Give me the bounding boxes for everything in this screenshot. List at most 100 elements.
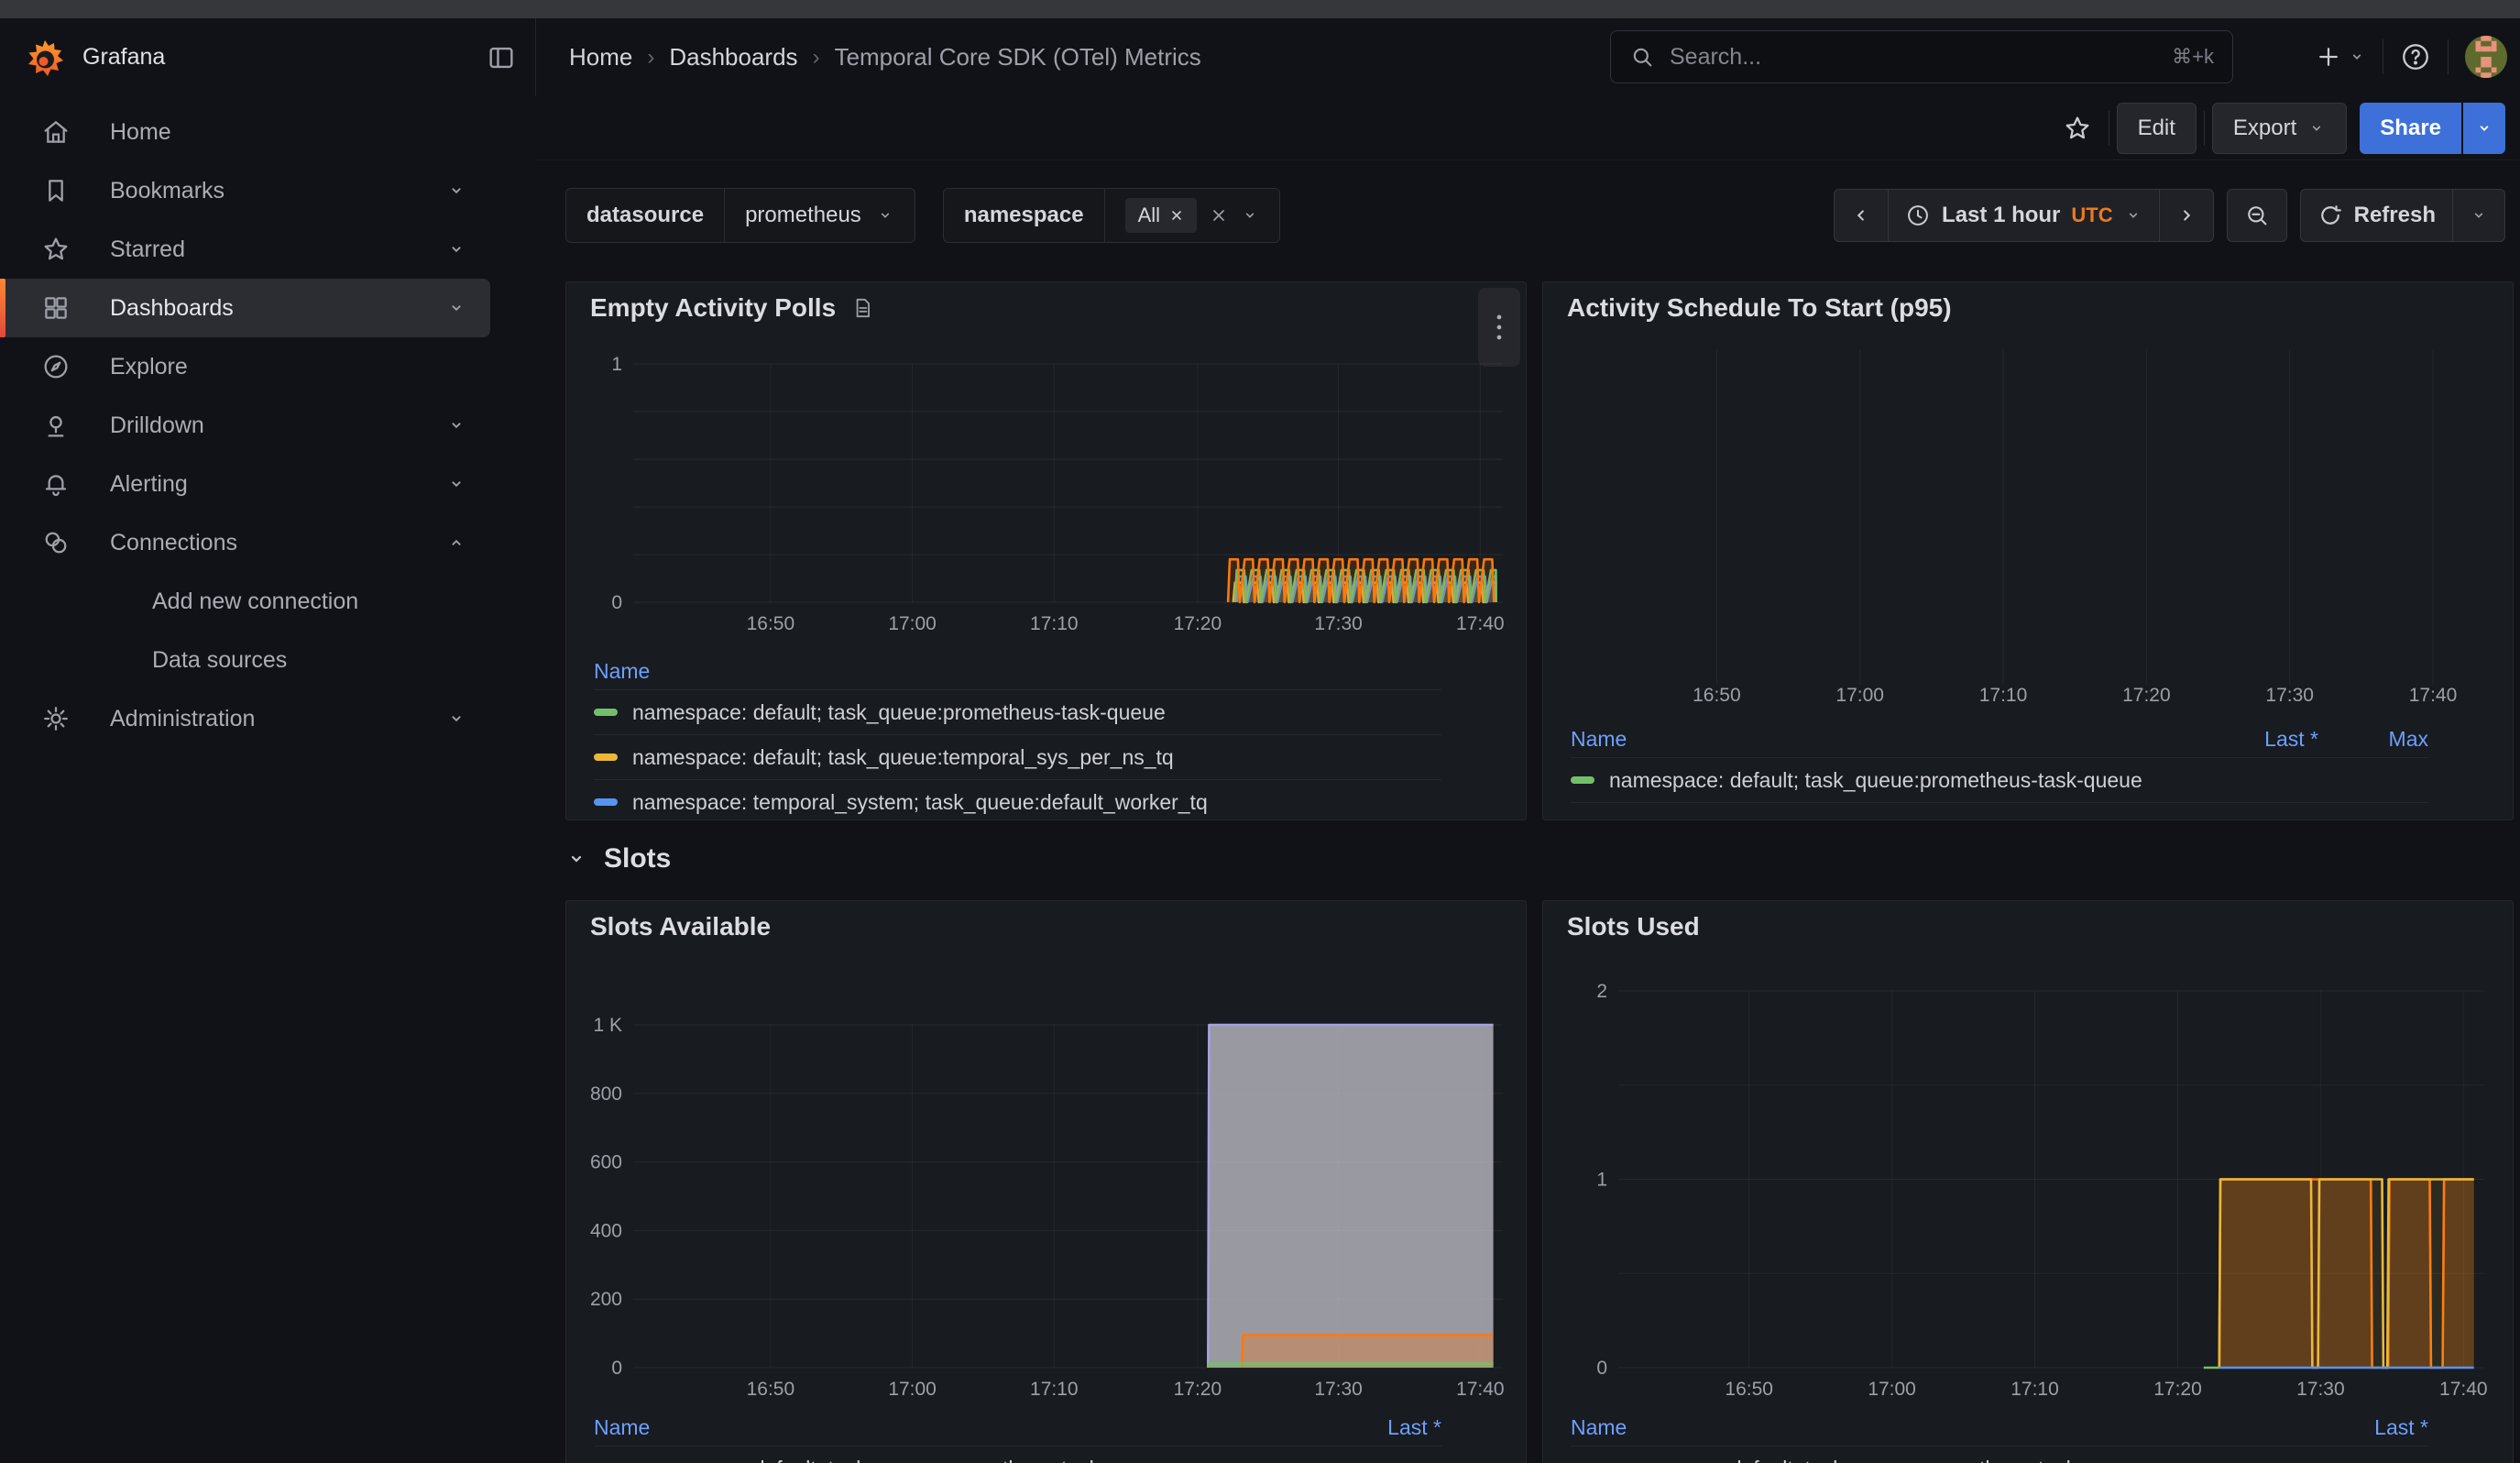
refresh-interval-button[interactable] [2452,190,2504,241]
legend-column-name[interactable]: Name [1571,727,2181,752]
legend-column-max[interactable]: Max [2318,727,2428,752]
chevron-up-icon [446,533,466,553]
svg-text:17:20: 17:20 [2153,1379,2202,1400]
sidebar-item-add-new-connection[interactable]: Add new connection [0,572,490,631]
svg-text:17:20: 17:20 [2122,685,2171,706]
collapse-sidebar-icon[interactable] [486,42,517,73]
legend-row: namespace: default; task_queue:prometheu… [1571,1446,2428,1463]
svg-text:17:30: 17:30 [1314,613,1363,634]
time-shift-back-button[interactable] [1835,190,1888,241]
zoom-out-button[interactable] [2228,190,2286,241]
legend-series-toggle[interactable]: namespace: default; task_queue:prometheu… [594,700,1441,725]
search-bar[interactable]: ⌘+k [1610,30,2233,83]
namespace-variable: namespace All [943,188,1280,243]
search-input[interactable] [1668,43,2159,72]
timeseries-chart[interactable]: 0116:5017:0017:1017:2017:3017:40 [566,334,1526,653]
sidebar-item-label: Add new connection [152,588,358,615]
legend-column-last[interactable]: Last * [1304,1415,1441,1440]
legend-column-name[interactable]: Name [1571,1415,2291,1440]
chevron-down-icon [446,474,466,494]
svg-text:400: 400 [590,1220,622,1241]
legend-series-toggle[interactable]: namespace: default; task_queue:temporal_… [594,745,1441,770]
panel-title[interactable]: Activity Schedule To Start (p95) [1567,293,1952,323]
add-button[interactable] [2315,43,2366,71]
sidebar-item-alerting[interactable]: Alerting [0,455,490,513]
legend-column-last[interactable]: Last * [2181,727,2318,752]
legend-series-name: namespace: temporal_system; task_queue:d… [632,790,1208,815]
timeseries-chart[interactable]: 01216:5017:0017:1017:2017:3017:40 [1543,952,2513,1409]
grafana-logo-icon[interactable] [24,37,66,79]
sidebar-item-starred[interactable]: Starred [0,220,490,279]
sidebar-item-connections[interactable]: Connections [0,513,490,572]
dashboard-toolbar: Edit Export Share [536,96,2520,160]
remove-icon [1169,208,1184,223]
chevron-down-icon [565,848,587,870]
series-color-pill [594,754,618,761]
edit-button[interactable]: Edit [2117,103,2197,154]
svg-text:2: 2 [1596,981,1607,1002]
legend-series-name: namespace: default; task_queue:prometheu… [632,700,1166,725]
search-icon [1629,44,1655,70]
os-titlebar [0,0,2520,18]
panel-title[interactable]: Empty Activity Polls [590,293,836,323]
svg-text:1 K: 1 K [593,1015,622,1036]
series-color-pill [594,798,618,806]
timeseries-chart[interactable]: 16:5017:0017:1017:2017:3017:40 [1543,334,2513,720]
svg-text:200: 200 [590,1289,622,1310]
search-shortcut: ⌘+k [2172,45,2214,69]
sidebar-item-dashboards[interactable]: Dashboards [0,279,490,337]
sidebar: HomeBookmarks Starred Dashboards ExploreDri… [0,103,536,1463]
star-dashboard-button[interactable] [2054,114,2101,143]
legend-header: NameLast * [1571,1409,2428,1446]
legend-row: namespace: default; task_queue:prometheu… [594,689,1441,734]
legend-series-toggle[interactable]: namespace: default; task_queue:prometheu… [594,1457,1304,1463]
sidebar-item-administration[interactable]: Administration [0,689,490,748]
legend-row: namespace: temporal_system; task_queue:d… [594,779,1441,820]
sidebar-item-home[interactable]: Home [0,103,490,161]
brand-name: Grafana [82,44,165,71]
svg-text:17:10: 17:10 [2011,1379,2059,1400]
sidebar-item-label: Alerting [110,471,188,498]
svg-text:17:00: 17:00 [1868,1379,1916,1400]
svg-text:17:00: 17:00 [1835,685,1884,706]
help-icon[interactable] [2400,41,2431,72]
legend-column-name[interactable]: Name [594,1415,1304,1440]
legend-column-name[interactable]: Name [594,659,1441,684]
share-menu-button[interactable] [2463,103,2505,154]
breadcrumb-item-dashboards[interactable]: Dashboards [669,43,797,72]
share-button[interactable]: Share [2360,103,2461,154]
namespace-select[interactable]: All [1105,189,1279,242]
panel-header: Slots Available [566,901,1526,952]
namespace-label: namespace [944,189,1105,242]
namespace-chip-all[interactable]: All [1125,198,1197,233]
legend-column-last[interactable]: Last * [2291,1415,2428,1440]
timeseries-chart[interactable]: 02004006008001 K16:5017:0017:1017:2017:3… [566,952,1526,1409]
drilldown-icon [40,411,71,440]
sidebar-item-label: Starred [110,236,185,263]
panel-title[interactable]: Slots Used [1567,912,1700,941]
sidebar-item-explore[interactable]: Explore [0,337,490,396]
panel-description-icon[interactable] [850,296,874,320]
breadcrumb-item-home[interactable]: Home [569,43,632,72]
chevron-down-icon [446,709,466,729]
legend-series-toggle[interactable]: namespace: default; task_queue:prometheu… [1571,768,2181,793]
time-shift-forward-button[interactable] [2159,190,2213,241]
row-slots[interactable]: Slots [565,832,671,886]
export-button[interactable]: Export [2212,103,2347,154]
svg-text:17:00: 17:00 [888,1379,937,1400]
sidebar-item-bookmarks[interactable]: Bookmarks [0,161,490,220]
legend-series-toggle[interactable]: namespace: default; task_queue:prometheu… [1571,1457,2291,1463]
panel-title[interactable]: Slots Available [590,912,771,941]
sidebar-item-drilldown[interactable]: Drilldown [0,396,490,455]
home-icon [40,117,71,147]
zoom-out-group [2227,189,2287,242]
sidebar-item-data-sources[interactable]: Data sources [0,631,490,689]
sidebar-item-label: Dashboards [110,295,234,322]
legend-series-toggle[interactable]: namespace: temporal_system; task_queue:d… [594,790,1441,815]
refresh-button[interactable]: Refresh [2301,190,2452,241]
datasource-select[interactable]: prometheus [725,189,915,242]
avatar[interactable] [2465,36,2507,78]
sidebar-item-label: Data sources [152,647,287,674]
grid-icon [40,293,71,323]
time-range-picker[interactable]: Last 1 hour UTC [1888,190,2159,241]
